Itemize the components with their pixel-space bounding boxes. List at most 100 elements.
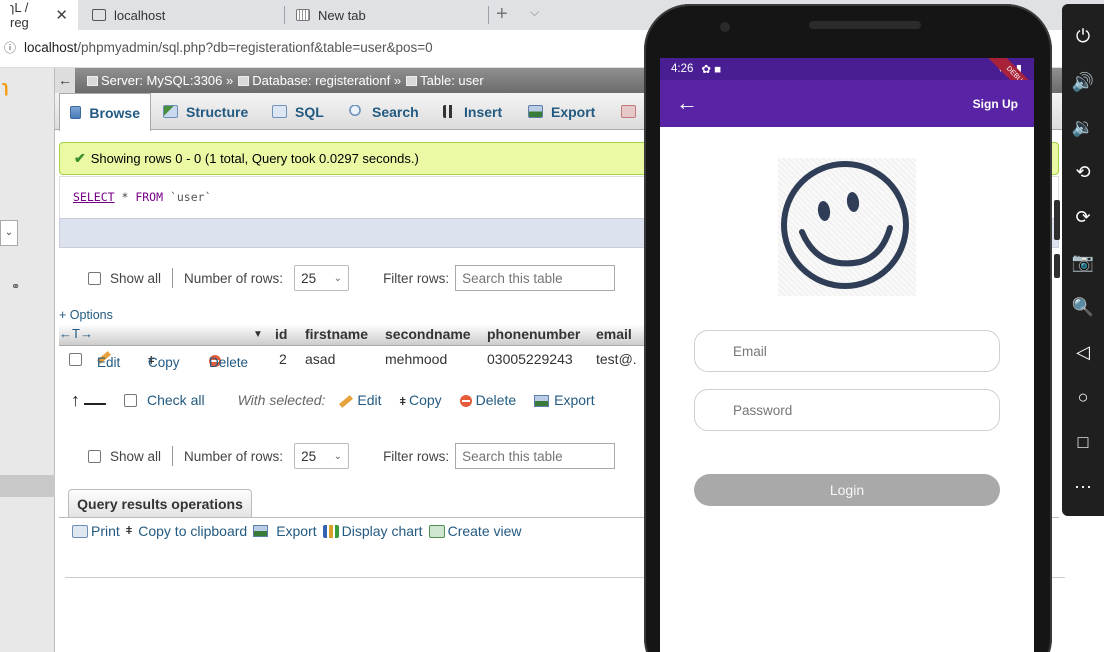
export-icon	[534, 395, 550, 408]
browser-tab-reg[interactable]: ɿL / reg ✕	[0, 0, 78, 30]
phone-side-button	[1054, 254, 1060, 278]
link-icon[interactable]: ⚭	[11, 280, 20, 293]
site-info-icon[interactable]: ⓘ	[4, 39, 16, 56]
tab-label: Export	[551, 103, 596, 120]
rotate-left-icon[interactable]: ⟲	[1062, 162, 1104, 183]
more-icon[interactable]: ⋯	[1062, 477, 1104, 498]
tab-search[interactable]: Search	[339, 93, 429, 130]
nav-panel-band	[0, 475, 55, 497]
camera-icon[interactable]: 📷	[1062, 252, 1104, 273]
chart-icon	[322, 524, 339, 538]
browser-tab-new-tab[interactable]: New tab	[286, 0, 486, 30]
filter-label: Filter rows:	[383, 270, 450, 286]
check-all-checkbox[interactable]	[124, 393, 137, 407]
table-icon	[406, 75, 418, 86]
options-link[interactable]: + Options	[59, 308, 113, 322]
tab-sql[interactable]: SQL	[262, 93, 334, 130]
email-field[interactable]: Email	[694, 330, 1000, 372]
back-icon[interactable]: ◁	[1062, 342, 1104, 363]
export-link[interactable]: Export	[253, 523, 317, 539]
smiley-face-icon	[781, 161, 909, 289]
sql-icon	[272, 105, 287, 118]
bulk-edit-button[interactable]: Edit	[339, 392, 382, 408]
bulk-copy-button[interactable]: ǂ Copy	[400, 392, 442, 408]
rows-navigation-top: Show all Number of rows: 25 ⌄ Filter row…	[88, 265, 616, 291]
volume-up-icon[interactable]: 🔊	[1062, 72, 1104, 93]
edit-label: Edit	[97, 355, 121, 370]
column-header-secondname[interactable]: secondname	[385, 326, 471, 342]
print-label: Print	[91, 523, 120, 539]
display-chart-label: Display chart	[341, 523, 423, 539]
show-all-checkbox[interactable]	[88, 449, 101, 463]
show-all-checkbox[interactable]	[88, 271, 101, 285]
sql-keyword-select[interactable]: SELECT	[73, 190, 115, 204]
create-view-link[interactable]: Create view	[428, 523, 522, 539]
copy-to-clipboard-link[interactable]: ǂ Copy to clipboard	[126, 523, 247, 539]
tab-export[interactable]: Export	[518, 93, 605, 130]
overview-icon[interactable]: □	[1062, 432, 1104, 453]
bulk-edit-label: Edit	[357, 392, 382, 408]
check-all-link[interactable]: Check all	[147, 392, 205, 408]
display-chart-link[interactable]: Display chart	[322, 523, 423, 539]
tab-structure[interactable]: Structure	[153, 93, 258, 130]
column-header-firstname[interactable]: firstname	[305, 326, 368, 342]
sign-up-button[interactable]: Sign Up	[973, 97, 1018, 111]
divider	[172, 446, 174, 466]
tab-browse[interactable]: Browse	[59, 93, 151, 131]
structure-icon	[163, 105, 178, 118]
status-time: 4:26	[671, 63, 694, 75]
filter-rows-input[interactable]	[455, 443, 616, 469]
print-link[interactable]: Print	[72, 523, 120, 539]
query-results-operations: Print ǂ Copy to clipboard Export Display …	[72, 523, 522, 539]
divider	[172, 268, 174, 288]
bulk-export-button[interactable]: Export	[534, 392, 595, 408]
export-icon	[253, 525, 269, 537]
browser-tab-localhost[interactable]: localhost	[82, 0, 282, 30]
column-arrows-icon[interactable]: ←T→	[59, 326, 93, 341]
column-header-phonenumber[interactable]: phonenumber	[487, 326, 580, 342]
success-text: Showing rows 0 - 0 (1 total, Query took …	[90, 151, 419, 166]
results-table-header: ←T→ ▼ id firstname secondname phonenumbe…	[59, 324, 699, 346]
column-header-id[interactable]: id	[275, 326, 287, 342]
tab-label: Insert	[464, 103, 503, 120]
browse-icon	[70, 106, 82, 119]
rotate-right-icon[interactable]: ⟳	[1062, 207, 1104, 228]
volume-down-icon[interactable]: 🔉	[1062, 117, 1104, 138]
bulk-delete-button[interactable]: Delete	[459, 392, 516, 408]
password-field[interactable]: Password	[694, 389, 1000, 431]
zoom-icon[interactable]: 🔍	[1062, 297, 1104, 318]
column-header-email[interactable]: email	[596, 326, 632, 342]
server-select[interactable]: ⌄	[0, 220, 18, 246]
breadcrumb-server[interactable]: Server: MySQL:3306 »	[101, 73, 233, 88]
tab-more[interactable]	[611, 93, 646, 130]
android-emulator-phone: 4:26 ✿ ■ ▾◢▮ DEBUG ← Sign Up Email Passw…	[644, 4, 1052, 652]
collapse-nav-button[interactable]: ←	[55, 68, 75, 93]
status-icons-left: ✿ ■	[701, 64, 722, 76]
copy-icon: ǂ	[125, 525, 133, 537]
sort-icon[interactable]: ▼	[253, 329, 263, 340]
rows-per-page-select[interactable]: 25 ⌄	[294, 265, 350, 291]
export-label: Export	[276, 523, 317, 539]
rows-value: 25	[301, 270, 317, 286]
filter-rows-input[interactable]	[455, 265, 616, 291]
power-icon[interactable]: ⏻	[1062, 26, 1104, 47]
search-icon	[349, 105, 364, 118]
cell-id: 2	[279, 351, 287, 367]
tab-insert[interactable]: Insert	[433, 93, 512, 130]
home-icon[interactable]: ○	[1062, 387, 1104, 408]
phone-screen: 4:26 ✿ ■ ▾◢▮ DEBUG ← Sign Up Email Passw…	[660, 58, 1034, 652]
url-text[interactable]: localhost/phpmyadmin/sql.php?db=register…	[24, 40, 433, 55]
back-arrow-icon[interactable]: ←	[676, 90, 698, 116]
breadcrumb-database[interactable]: Database: registerationf »	[252, 73, 401, 88]
row-checkbox[interactable]	[69, 353, 82, 366]
close-icon[interactable]: ✕	[55, 6, 68, 24]
create-view-icon	[428, 524, 445, 538]
rows-per-page-select[interactable]: 25 ⌄	[294, 443, 350, 469]
new-tab-button[interactable]: +	[496, 3, 508, 26]
browser-tab-label: localhost	[114, 7, 166, 23]
tab-list-chevron-icon[interactable]: ⌵	[530, 5, 539, 20]
delete-label: Delete	[209, 355, 249, 370]
password-placeholder: Password	[733, 402, 793, 418]
breadcrumb-table[interactable]: Table: user	[420, 73, 484, 88]
login-button[interactable]: Login	[694, 474, 1000, 506]
